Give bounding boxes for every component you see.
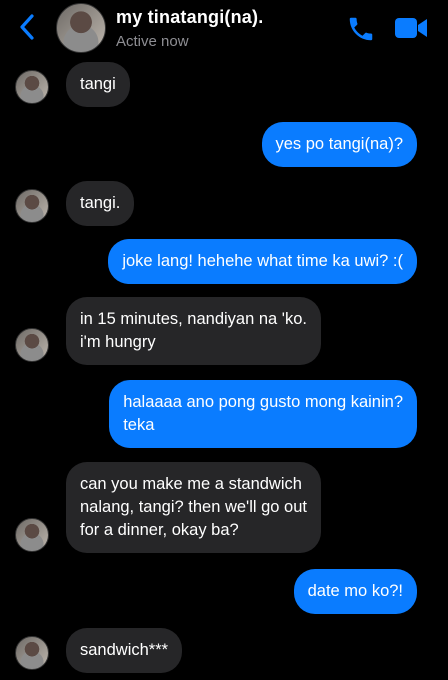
chat-header: my tinatangi(na). Active now <box>0 0 448 56</box>
incoming-message-bubble[interactable]: sandwich*** <box>66 628 183 673</box>
incoming-message-bubble[interactable]: can you make me a standwich nalang, tang… <box>66 462 321 553</box>
sender-avatar <box>15 518 49 552</box>
video-call-button[interactable] <box>394 16 428 40</box>
message-row-outgoing: date mo ko?! <box>0 569 448 614</box>
message-row-incoming: tangi. <box>0 181 448 226</box>
chevron-left-icon <box>20 14 34 40</box>
incoming-message-bubble[interactable]: tangi <box>66 62 130 107</box>
message-row-incoming: sandwich*** <box>0 628 448 673</box>
outgoing-message-bubble[interactable]: joke lang! hehehe what time ka uwi? :( <box>108 239 417 284</box>
outgoing-message-bubble[interactable]: halaaaa ano pong gusto mong kainin? teka <box>109 380 417 448</box>
phone-icon <box>349 17 373 41</box>
sender-avatar <box>15 189 49 223</box>
message-row-incoming: can you make me a standwich nalang, tang… <box>0 462 448 553</box>
outgoing-message-bubble[interactable]: yes po tangi(na)? <box>261 122 417 167</box>
active-status: Active now <box>116 33 189 50</box>
incoming-message-bubble[interactable]: in 15 minutes, nandiyan na 'ko. i'm hung… <box>66 297 321 365</box>
contact-name[interactable]: my tinatangi(na). <box>116 7 263 28</box>
message-row-outgoing: yes po tangi(na)? <box>0 122 448 167</box>
video-camera-icon <box>395 18 427 38</box>
sender-avatar <box>15 636 49 670</box>
sender-avatar <box>15 328 49 362</box>
message-row-outgoing: halaaaa ano pong gusto mong kainin? teka <box>0 380 448 448</box>
call-button[interactable] <box>346 14 376 44</box>
sender-avatar <box>15 70 49 104</box>
message-row-incoming: in 15 minutes, nandiyan na 'ko. i'm hung… <box>0 297 448 365</box>
contact-avatar[interactable] <box>56 3 106 53</box>
message-row-outgoing: joke lang! hehehe what time ka uwi? :( <box>0 239 448 284</box>
incoming-message-bubble[interactable]: tangi. <box>66 181 135 226</box>
message-row-incoming: tangi <box>0 62 448 107</box>
back-button[interactable] <box>10 10 44 44</box>
outgoing-message-bubble[interactable]: date mo ko?! <box>293 569 417 614</box>
